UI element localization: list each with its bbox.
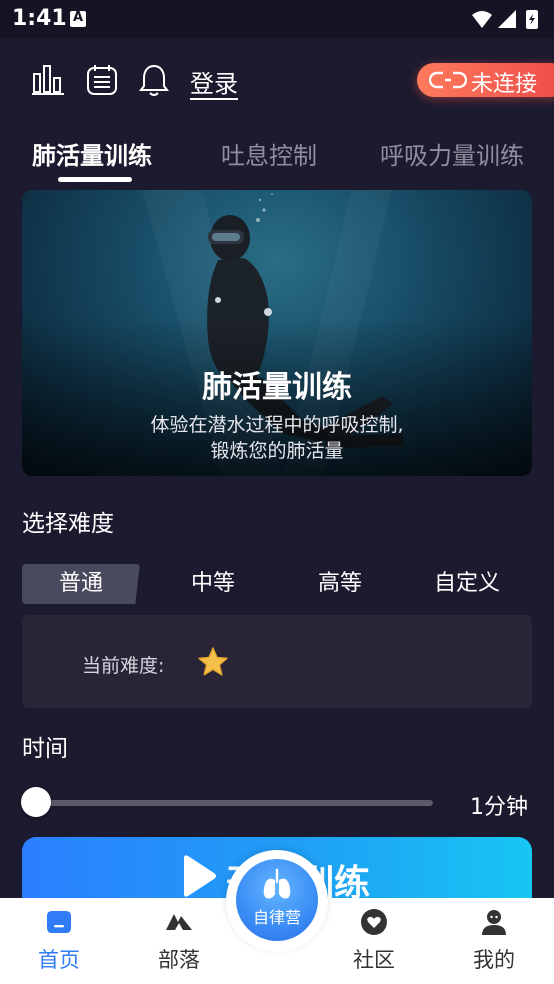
duration-value: 1分钟 <box>470 795 528 820</box>
hero-title: 肺活量训练 <box>202 370 352 405</box>
difficulty-option-custom[interactable]: 自定义 <box>408 564 526 604</box>
nav-item-home[interactable]: 首页 <box>14 898 104 984</box>
nav-tribe-label: 部落 <box>158 948 200 972</box>
hero-description: 体验在潜水过程中的呼吸控制, 锻炼您的肺活量 <box>22 412 532 464</box>
nav-item-tribe[interactable]: 部落 <box>134 898 224 984</box>
wifi-icon <box>472 11 492 28</box>
community-icon <box>361 909 387 935</box>
hero-banner: 肺活量训练 体验在潜水过程中的呼吸控制, 锻炼您的肺活量 <box>22 190 532 476</box>
calendar-icon[interactable] <box>84 62 120 98</box>
hero-description-line2: 锻炼您的肺活量 <box>210 440 344 462</box>
login-link[interactable]: 登录 <box>190 64 238 99</box>
status-bar: 1:41 <box>0 0 554 38</box>
nav-item-profile[interactable]: 我的 <box>449 898 539 984</box>
profile-icon <box>482 910 506 935</box>
link-broken-icon <box>429 71 467 89</box>
active-tab-indicator <box>58 177 132 182</box>
self-discipline-camp-button[interactable]: 自律营 <box>236 859 318 941</box>
tab-exhale-control[interactable]: 吐息控制 <box>221 136 317 171</box>
tribe-icon <box>166 914 192 930</box>
current-difficulty-panel: 当前难度: <box>22 615 532 708</box>
signal-icon <box>498 10 516 28</box>
lungs-icon <box>263 868 291 899</box>
difficulty-section-label: 选择难度 <box>22 511 114 537</box>
self-discipline-camp-label: 自律营 <box>252 908 301 927</box>
difficulty-option-normal[interactable]: 普通 <box>22 564 140 604</box>
difficulty-option-medium[interactable]: 中等 <box>154 564 272 604</box>
tab-lung-capacity[interactable]: 肺活量训练 <box>32 136 152 171</box>
star-icon <box>198 647 228 676</box>
current-difficulty-label: 当前难度: <box>82 655 165 677</box>
duration-slider-track[interactable] <box>36 800 433 806</box>
difficulty-option-high[interactable]: 高等 <box>281 564 399 604</box>
tab-breathing-strength[interactable]: 呼吸力量训练 <box>380 136 524 171</box>
play-icon <box>184 855 216 897</box>
duration-slider-thumb[interactable] <box>21 787 51 817</box>
bell-icon[interactable] <box>136 62 172 98</box>
stats-icon[interactable] <box>30 62 66 98</box>
nav-item-community[interactable]: 社区 <box>329 898 419 984</box>
connection-status-label: 未连接 <box>471 72 538 97</box>
home-icon <box>47 911 71 933</box>
status-time: 1:41 <box>12 6 67 31</box>
nav-profile-label: 我的 <box>473 948 515 972</box>
status-icons <box>472 10 538 29</box>
nav-home-label: 首页 <box>38 948 80 972</box>
notification-icon <box>70 10 86 27</box>
time-section-label: 时间 <box>22 736 68 762</box>
connection-status-button[interactable]: 未连接 <box>417 63 554 97</box>
hero-description-line1: 体验在潜水过程中的呼吸控制, <box>150 414 404 436</box>
nav-community-label: 社区 <box>353 948 395 972</box>
